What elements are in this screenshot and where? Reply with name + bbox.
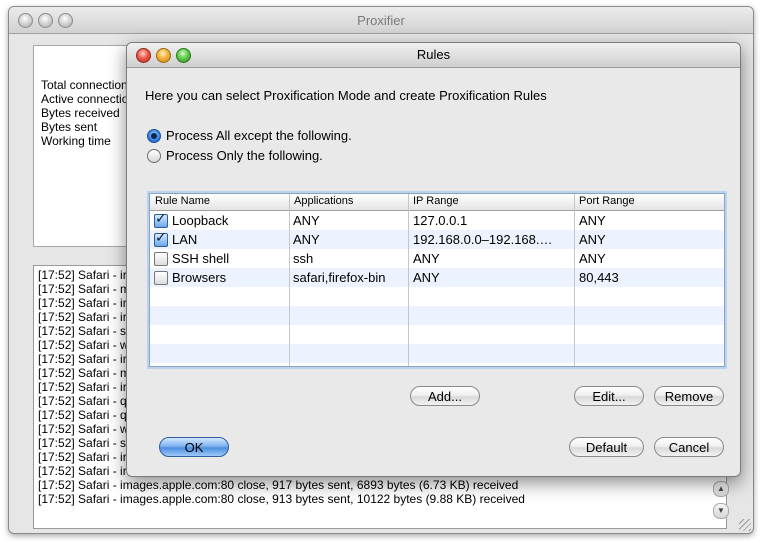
log-line: [17:52] Safari - ir <box>38 352 127 366</box>
log-line: [17:52] Safari - st <box>38 324 130 338</box>
rule-applications: safari,firefox-bin <box>293 270 386 285</box>
log-line: [17:52] Safari - w <box>38 422 129 436</box>
cancel-button[interactable]: Cancel <box>654 437 724 457</box>
mode-option-only[interactable]: Process Only the following. <box>147 148 323 163</box>
rule-name: Loopback <box>172 213 229 228</box>
rule-applications: ssh <box>293 251 314 266</box>
checkbox-unchecked-icon[interactable] <box>154 252 168 266</box>
checkbox-checked-icon[interactable] <box>154 230 168 247</box>
mode-label: Process All except the following. <box>166 128 352 143</box>
table-row-empty <box>150 306 724 325</box>
ok-button[interactable]: OK <box>159 437 229 457</box>
rule-name: SSH shell <box>172 251 230 266</box>
table-row[interactable]: Browsers safari,firefox-bin ANY 80,443 <box>150 268 724 287</box>
rule-name: LAN <box>172 232 198 247</box>
log-line: [17:52] Safari - m <box>38 366 131 380</box>
log-line: [17:52] Safari - m <box>38 282 131 296</box>
table-row[interactable]: LAN ANY 192.168.0.0–192.168.… ANY <box>150 230 724 249</box>
column-header-port-range[interactable]: Port Range <box>579 195 635 207</box>
log-line: [17:52] Safari - ir <box>38 450 127 464</box>
rule-port-range: ANY <box>579 251 606 266</box>
add-rule-button[interactable]: Add... <box>410 386 480 406</box>
rule-ip-range: 127.0.0.1 <box>413 213 468 228</box>
log-scrollbar[interactable]: ▲ ▼ <box>713 481 729 529</box>
column-header-applications[interactable]: Applications <box>294 195 353 207</box>
stat-label: Bytes received <box>41 106 120 120</box>
log-line: [17:52] Safari - ir <box>38 464 127 478</box>
rule-ip-range: ANY <box>413 270 440 285</box>
column-divider <box>289 194 290 366</box>
stat-label: Active connectio <box>41 92 129 106</box>
table-row-empty <box>150 325 724 344</box>
log-line: [17:52] Safari - ir <box>38 380 127 394</box>
column-divider <box>574 194 575 366</box>
rules-description: Here you can select Proxification Mode a… <box>145 88 547 103</box>
log-line: [17:52] Safari - st <box>38 436 130 450</box>
stat-label: Working time <box>41 134 111 148</box>
table-row[interactable]: Loopback ANY 127.0.0.1 ANY <box>150 211 724 230</box>
column-header-ip-range[interactable]: IP Range <box>413 195 459 207</box>
table-row-empty <box>150 344 724 363</box>
log-line: [17:52] Safari - q <box>38 394 127 408</box>
rules-window: Rules Here you can select Proxification … <box>126 42 741 477</box>
radio-unselected-icon[interactable] <box>147 148 161 163</box>
table-header: Rule Name Applications IP Range Port Ran… <box>150 194 724 211</box>
stat-label: Bytes sent <box>41 120 98 134</box>
rules-table[interactable]: Rule Name Applications IP Range Port Ran… <box>149 193 725 367</box>
scroll-down-icon[interactable]: ▼ <box>713 503 729 519</box>
column-header-rule-name[interactable]: Rule Name <box>155 195 210 207</box>
rule-ip-range: 192.168.0.0–192.168.… <box>413 232 553 247</box>
log-line: [17:52] Safari - images.apple.com:80 clo… <box>38 492 525 506</box>
rules-titlebar: Rules <box>127 43 740 68</box>
log-line: [17:52] Safari - images.apple.com:80 clo… <box>38 478 519 492</box>
column-divider <box>408 194 409 366</box>
checkbox-checked-icon[interactable] <box>154 211 168 228</box>
stat-label: Total connection <box>41 78 128 92</box>
main-window-title: Proxifier <box>357 13 405 28</box>
rule-port-range: ANY <box>579 213 606 228</box>
table-row[interactable]: SSH shell ssh ANY ANY <box>150 249 724 268</box>
scroll-up-icon[interactable]: ▲ <box>713 481 729 497</box>
log-line: [17:52] Safari - ir <box>38 268 127 282</box>
log-line: [17:52] Safari - ir <box>38 296 127 310</box>
rule-applications: ANY <box>293 232 320 247</box>
rule-port-range: ANY <box>579 232 606 247</box>
remove-rule-button[interactable]: Remove <box>654 386 724 406</box>
log-line: [17:52] Safari - q <box>38 408 127 422</box>
rules-window-title: Rules <box>416 47 451 62</box>
table-row-empty <box>150 287 724 306</box>
main-titlebar: Proxifier <box>9 7 753 34</box>
rule-port-range: 80,443 <box>579 270 619 285</box>
rule-ip-range: ANY <box>413 251 440 266</box>
rule-name: Browsers <box>172 270 227 285</box>
radio-selected-icon[interactable] <box>147 128 161 143</box>
checkbox-unchecked-icon[interactable] <box>154 271 168 285</box>
mode-label: Process Only the following. <box>166 148 323 163</box>
default-button[interactable]: Default <box>569 437 644 457</box>
resize-grip-icon[interactable] <box>739 519 751 531</box>
rule-applications: ANY <box>293 213 320 228</box>
log-line: [17:52] Safari - ir <box>38 310 127 324</box>
edit-rule-button[interactable]: Edit... <box>574 386 644 406</box>
mode-option-all-except[interactable]: Process All except the following. <box>147 128 352 143</box>
log-line: [17:52] Safari - w <box>38 338 129 352</box>
